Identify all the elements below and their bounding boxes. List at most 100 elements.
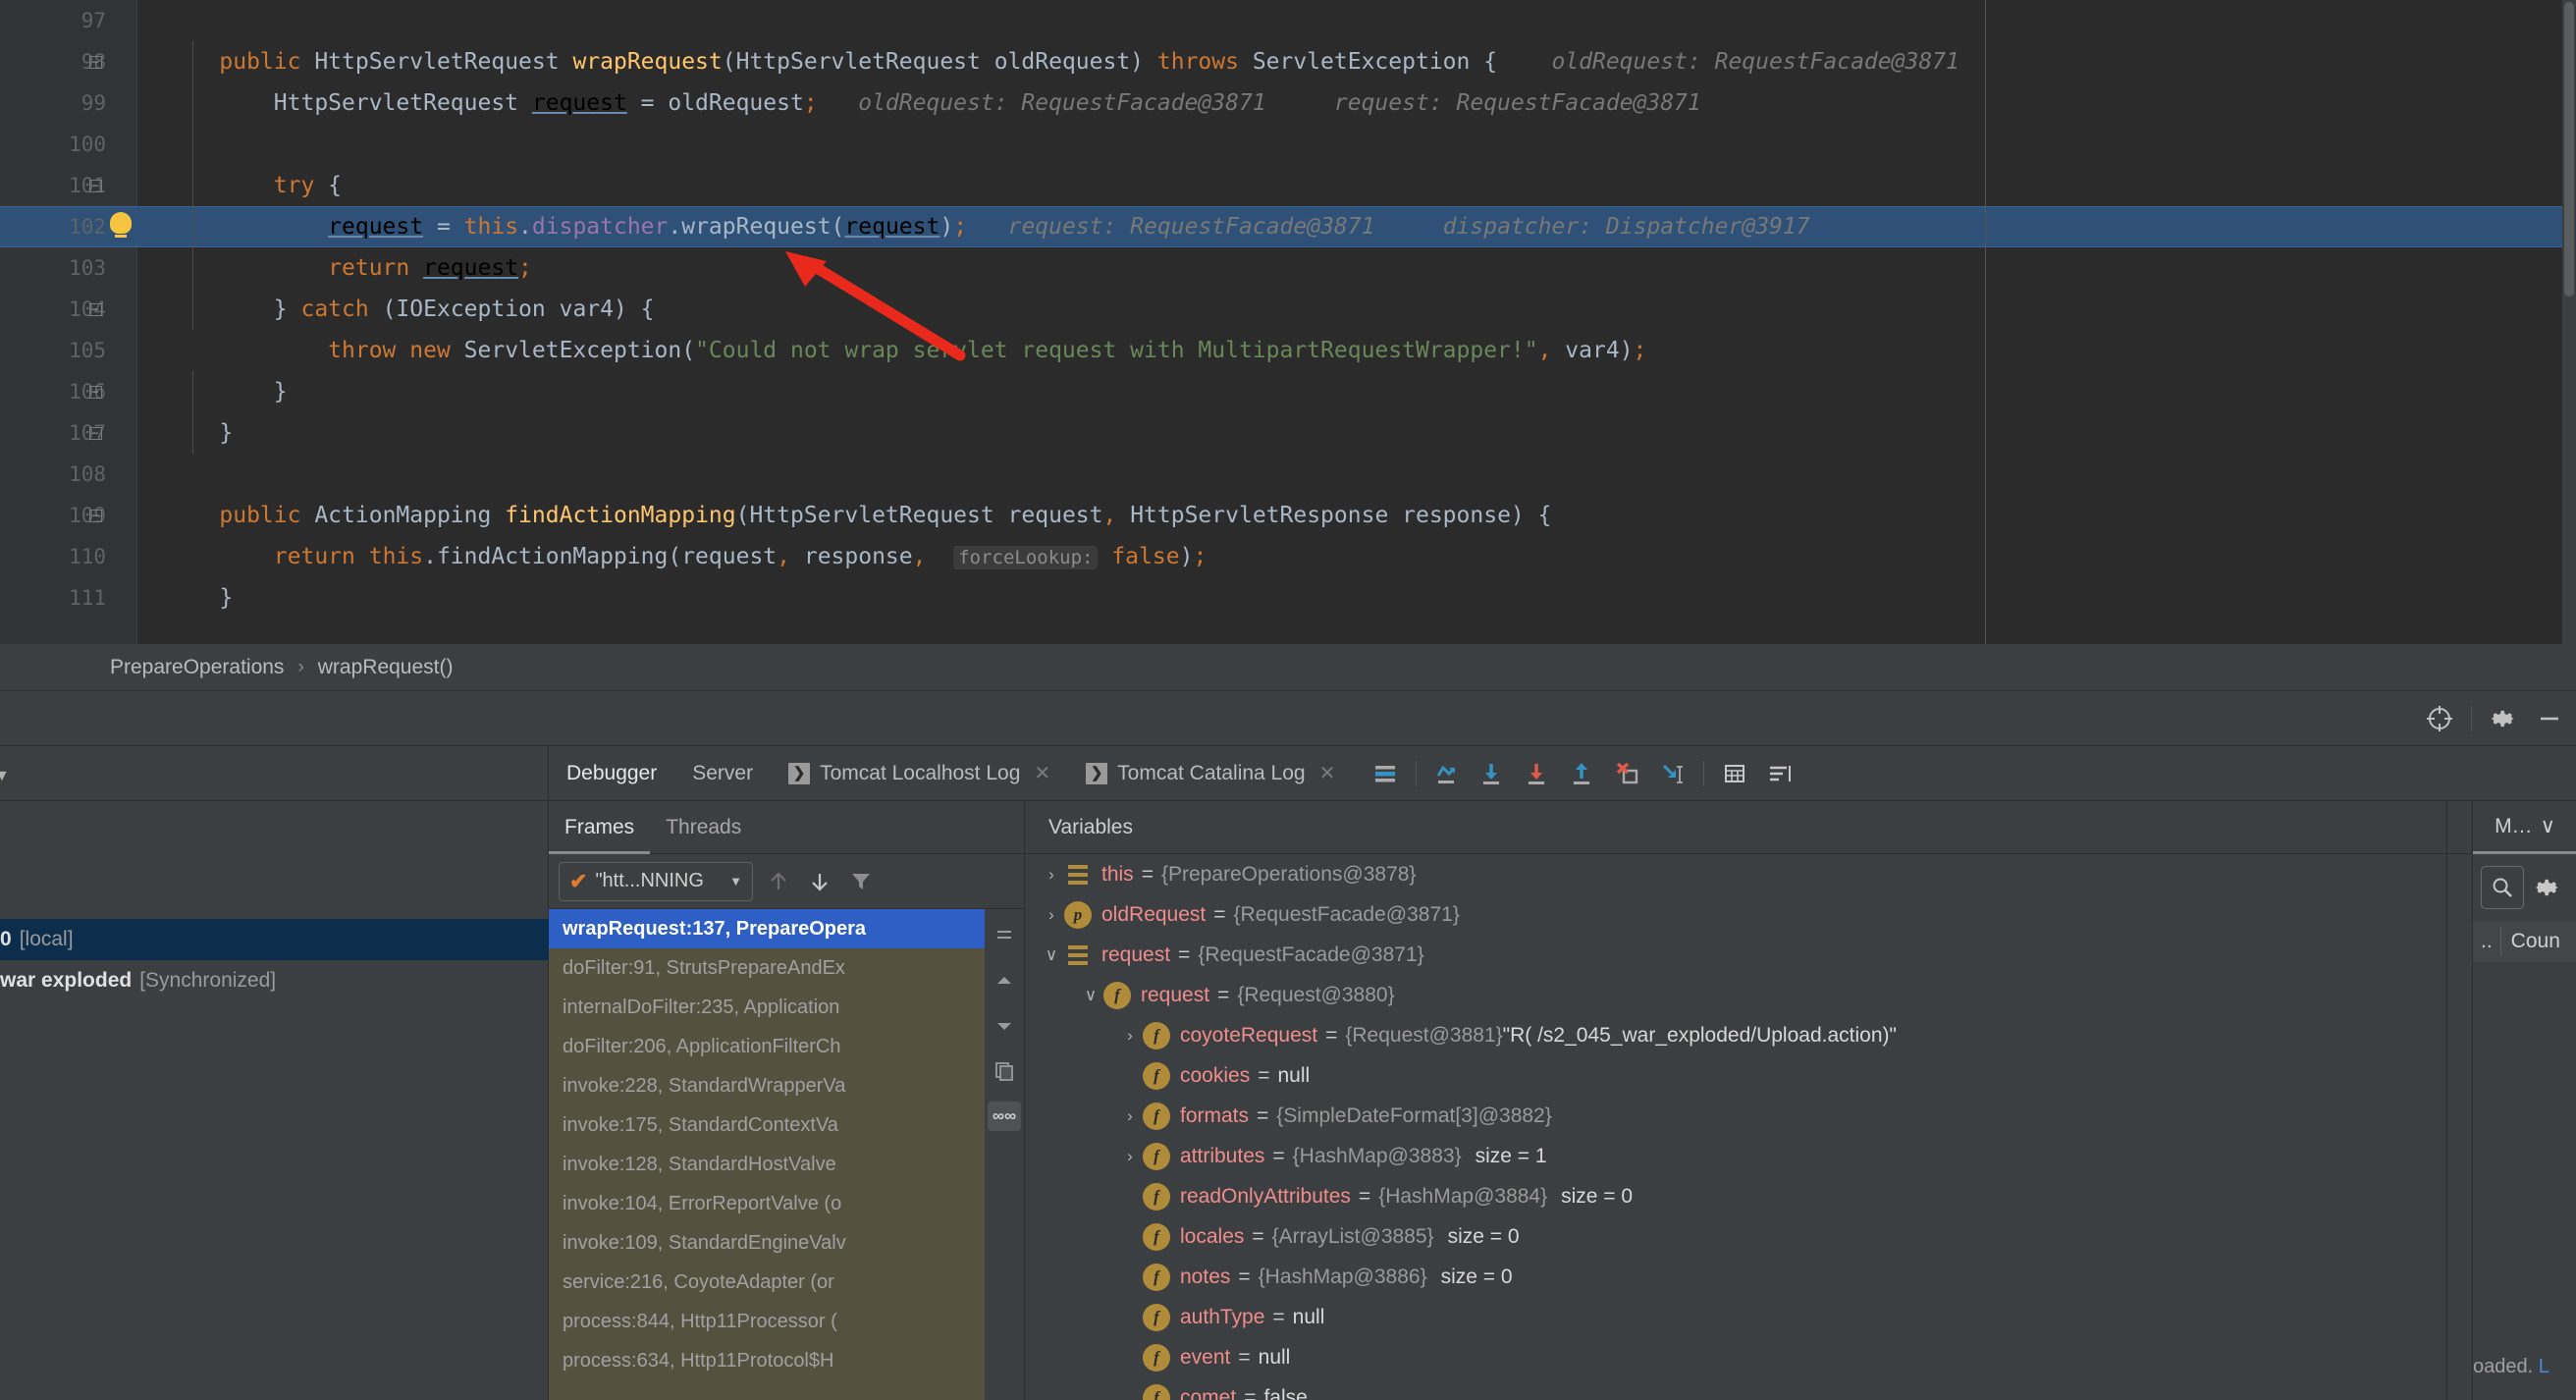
debug-tab-tomcat-localhost-log[interactable]: ❯ Tomcat Localhost Log ✕	[771, 746, 1068, 801]
code-line[interactable]: 103 return request;	[69, 247, 2576, 289]
code-editor[interactable]: 97 98− public HttpServletRequest wrapRequ…	[0, 0, 2576, 644]
debugger-step-toolbar[interactable]	[1365, 753, 1800, 794]
chevron-down-icon[interactable]: ▼	[729, 874, 742, 888]
memory-panel[interactable]: M… ∨ .. Coun oaded. L	[2472, 801, 2576, 1400]
frame-row[interactable]: wrapRequest:137, PrepareOpera	[549, 909, 985, 948]
code-text[interactable]: 97 98− public HttpServletRequest wrapRequ…	[69, 0, 2576, 644]
settings-filter-icon[interactable]	[1759, 753, 1800, 794]
frame-row[interactable]: invoke:228, StandardWrapperVa	[549, 1066, 985, 1105]
run-panel-toolbar[interactable]: ▼	[0, 746, 549, 801]
code-line[interactable]: 108	[69, 454, 2576, 495]
editor-scrollbar-thumb[interactable]	[2564, 2, 2574, 296]
variable-row[interactable]: ∨ request = {RequestFacade@3871}	[1025, 935, 2473, 975]
scroll-down-icon[interactable]	[990, 1011, 1019, 1041]
frame-row[interactable]: invoke:175, StandardContextVa	[549, 1105, 985, 1145]
variable-row[interactable]: › p oldRequest = {RequestFacade@3871}	[1025, 894, 2473, 935]
frame-row[interactable]: service:216, CoyoteAdapter (or	[549, 1263, 985, 1302]
code-line[interactable]: 111 }	[69, 577, 2576, 619]
code-line[interactable]: 107− }	[69, 412, 2576, 454]
editor-scrollbar[interactable]	[2562, 0, 2576, 644]
run-config-row-local[interactable]: 0 [local]	[0, 919, 549, 960]
memory-tab[interactable]: M… ∨	[2473, 801, 2576, 854]
code-line[interactable]: 102 request = this.dispatcher.wrapReques…	[69, 206, 2576, 247]
drop-frame-icon[interactable]	[1607, 753, 1648, 794]
status-link[interactable]: L	[2539, 1356, 2549, 1377]
variable-row[interactable]: › f coyoteRequest = {Request@3881} "R( /s2_0…	[1025, 1015, 2473, 1055]
debug-tab-bar[interactable]: Debugger Server ❯ Tomcat Localhost Log ✕ ❯ Tom…	[549, 746, 2576, 801]
variable-row[interactable]: f event = null	[1025, 1337, 2473, 1377]
frames-list[interactable]: wrapRequest:137, PrepareOpera doFilter:91…	[549, 909, 985, 1400]
frame-row[interactable]: process:634, Http11Protocol$H	[549, 1341, 985, 1380]
frames-toolbar[interactable]: ✔ "htt...NNING ▼	[549, 854, 1024, 909]
variable-row[interactable]: f notes = {HashMap@3886} size = 0	[1025, 1257, 2473, 1297]
variable-row[interactable]: f locales = {ArrayList@3885} size = 0	[1025, 1216, 2473, 1257]
fold-marker-icon[interactable]: −	[84, 165, 106, 206]
debug-tab-server[interactable]: Server	[674, 746, 771, 801]
frame-row[interactable]: internalDoFilter:235, Application	[549, 988, 985, 1027]
target-icon[interactable]	[2420, 699, 2459, 738]
fold-marker-icon[interactable]: −	[84, 495, 106, 536]
chevron-down-icon[interactable]: ∨	[1039, 935, 1064, 975]
arrow-down-icon[interactable]	[804, 866, 835, 897]
run-configurations-panel[interactable]: ▼ 0 [local] war exploded [Synchronized]	[0, 746, 549, 1400]
code-line[interactable]: 109− public ActionMapping findActionMapp…	[69, 495, 2576, 536]
search-icon[interactable]	[2481, 866, 2524, 909]
arrow-up-icon[interactable]	[763, 866, 794, 897]
breadcrumb-method[interactable]: wrapRequest()	[318, 656, 454, 679]
chevron-right-icon[interactable]: ›	[1117, 1015, 1143, 1055]
thread-selector[interactable]: ✔ "htt...NNING ▼	[559, 861, 753, 901]
debug-tab-debugger[interactable]: Debugger	[549, 746, 674, 801]
variable-row[interactable]: › f attributes = {HashMap@3883} size = 1	[1025, 1136, 2473, 1176]
fold-marker-icon[interactable]: −	[84, 412, 106, 454]
run-to-cursor-icon[interactable]	[1652, 753, 1693, 794]
frames-tab-bar[interactable]: Frames Threads	[549, 801, 1024, 854]
scroll-up-icon[interactable]	[990, 966, 1019, 996]
frame-row[interactable]: invoke:109, StandardEngineValv	[549, 1223, 985, 1263]
run-config-row-war[interactable]: war exploded [Synchronized]	[0, 960, 549, 1001]
code-line[interactable]: 101− try {	[69, 165, 2576, 206]
gear-icon[interactable]	[2484, 699, 2523, 738]
copy-icon[interactable]	[990, 1056, 1019, 1086]
frames-tab-threads[interactable]: Threads	[650, 801, 757, 854]
breadcrumb-class[interactable]: PrepareOperations	[110, 656, 284, 679]
variable-row[interactable]: f readOnlyAttributes = {HashMap@3884} size =…	[1025, 1176, 2473, 1216]
layout-icon[interactable]	[1365, 753, 1406, 794]
frames-side-toolbar[interactable]: ∞∞	[985, 909, 1024, 1400]
evaluate-expression-icon[interactable]	[1714, 753, 1755, 794]
code-line[interactable]: 98− public HttpServletRequest wrapReques…	[81, 41, 2576, 82]
fold-marker-icon[interactable]: −	[84, 371, 106, 412]
fold-marker-icon[interactable]: −	[84, 289, 106, 330]
intention-bulb-icon[interactable]	[106, 212, 135, 242]
code-line[interactable]: 110 return this.findActionMapping(reques…	[69, 536, 2576, 577]
code-line[interactable]: 99 HttpServletRequest request = oldReque…	[81, 82, 2576, 124]
frames-panel[interactable]: Frames Threads ✔ "htt...NNING ▼ wrapReque…	[549, 801, 1024, 1400]
filter-icon[interactable]	[845, 866, 877, 897]
variable-row[interactable]: f cookies = null	[1025, 1055, 2473, 1096]
close-icon[interactable]: ✕	[1034, 761, 1050, 785]
collapse-icon[interactable]	[990, 921, 1019, 950]
infinity-icon[interactable]: ∞∞	[988, 1102, 1021, 1131]
code-line[interactable]: 100	[69, 124, 2576, 165]
variable-row[interactable]: › this = {PrepareOperations@3878}	[1025, 854, 2473, 894]
variable-row[interactable]: f authType = null	[1025, 1297, 2473, 1337]
step-out-icon[interactable]	[1562, 753, 1603, 794]
force-step-into-icon[interactable]	[1517, 753, 1558, 794]
memory-table-header[interactable]: .. Coun	[2473, 921, 2576, 962]
frames-tab-frames[interactable]: Frames	[549, 801, 651, 854]
frame-row[interactable]: process:844, Http11Processor (	[549, 1302, 985, 1341]
frame-row[interactable]: doFilter:206, ApplicationFilterCh	[549, 1027, 985, 1066]
code-line[interactable]: 104− } catch (IOException var4) {	[69, 289, 2576, 330]
variables-tree[interactable]: › this = {PrepareOperations@3878} › p oldReque…	[1025, 854, 2473, 1400]
fold-marker-icon[interactable]: −	[84, 41, 106, 82]
code-line[interactable]: 97	[81, 0, 2576, 41]
chevron-right-icon[interactable]: ›	[1039, 854, 1064, 894]
variables-panel[interactable]: Variables › this = {PrepareOperations@3878}…	[1024, 801, 2473, 1400]
memory-toolbar[interactable]	[2473, 860, 2576, 915]
chevron-down-icon[interactable]: ∨	[2541, 814, 2555, 838]
debug-tab-tomcat-catalina-log[interactable]: ❯ Tomcat Catalina Log ✕	[1068, 746, 1353, 801]
frame-row[interactable]: invoke:104, ErrorReportValve (o	[549, 1184, 985, 1223]
close-icon[interactable]: ✕	[1319, 761, 1336, 785]
variable-row[interactable]: ∨ f request = {Request@3880}	[1025, 975, 2473, 1015]
variable-row[interactable]: f comet = false	[1025, 1377, 2473, 1400]
step-into-icon[interactable]	[1472, 753, 1513, 794]
